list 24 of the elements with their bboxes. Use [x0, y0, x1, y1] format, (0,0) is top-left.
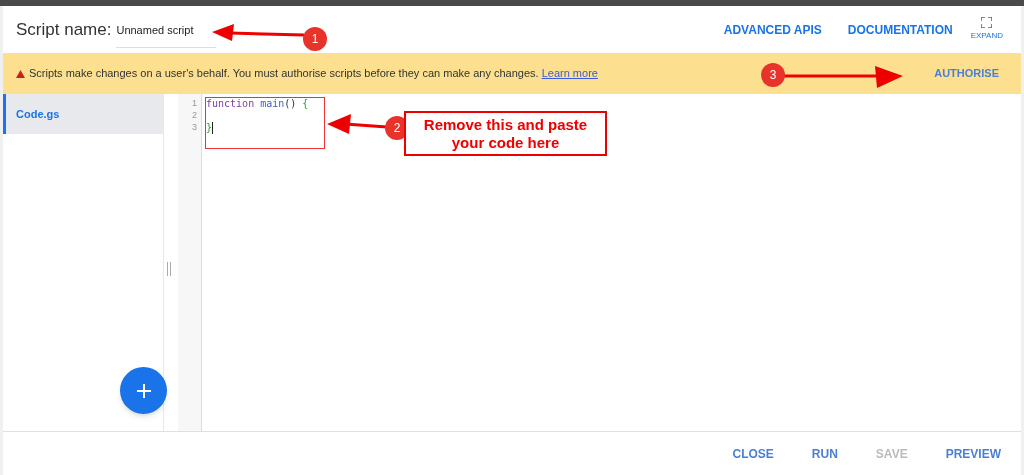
line-number: 1: [191, 97, 198, 109]
expand-button[interactable]: EXPAND: [970, 17, 1003, 42]
resize-handle[interactable]: [167, 262, 171, 276]
arrow-annotation: [327, 114, 387, 134]
line-number: 2: [191, 109, 198, 121]
header-link[interactable]: DOCUMENTATION: [847, 20, 953, 39]
warning-icon: [16, 69, 25, 78]
script-name-field[interactable]: Unnamed script: [116, 11, 217, 48]
header-link[interactable]: ADVANCED APIS: [723, 20, 822, 39]
warning-message: Scripts make changes on a user's behalf. You must authorise scripts before they can make any changes. Learn more: [29, 66, 598, 82]
footer-button[interactable]: PREVIEW: [945, 444, 1001, 463]
learn-more-link[interactable]: Learn more: [541, 67, 598, 80]
footer-button[interactable]: CLOSE: [732, 444, 774, 463]
expand-icon: [981, 17, 993, 28]
file-tab[interactable]: Code.gs: [3, 94, 163, 134]
script-name-label: Script name:: [16, 18, 112, 41]
add-file-button[interactable]: [120, 367, 167, 414]
code-line: }: [206, 122, 213, 134]
plus-icon: [136, 383, 151, 398]
callout-note: Remove this and paste your code here: [404, 111, 607, 156]
footer-button[interactable]: RUN: [811, 444, 838, 463]
line-number: 3: [191, 121, 198, 133]
code-line: function main() {: [206, 98, 309, 110]
authorise-button[interactable]: AUTHORISE: [934, 65, 999, 82]
